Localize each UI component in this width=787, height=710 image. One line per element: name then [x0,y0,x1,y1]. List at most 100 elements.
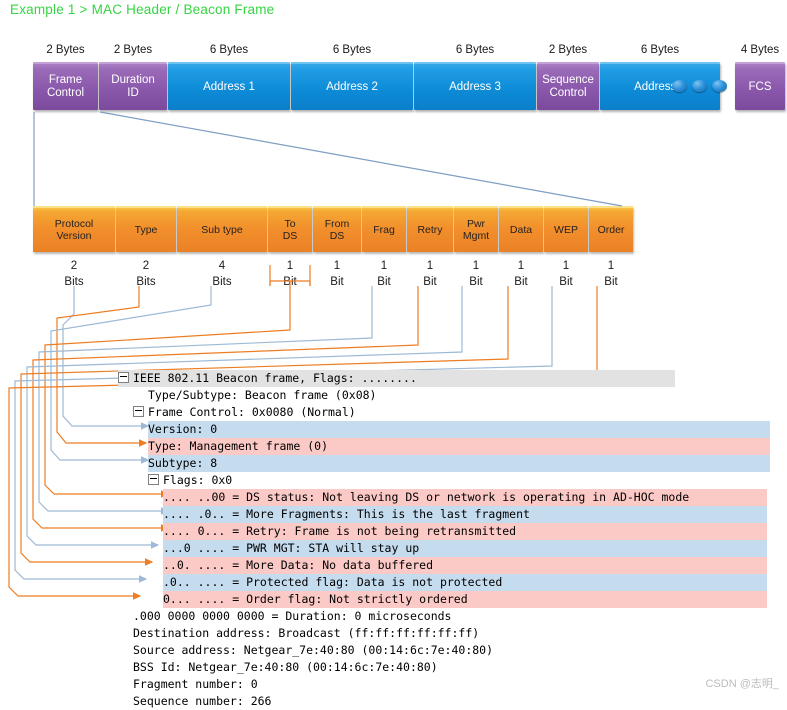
detail-row[interactable]: Source address: Netgear_7e:40:80 (00:14:… [118,642,787,659]
watermark: CSDN @志明_ [705,678,779,690]
mac-field-label: Frame Control [46,74,85,99]
ellipsis-dot-1 [672,80,687,92]
fc-field-label: Pwr Mgmt [462,218,490,242]
fc-field-data: Data [499,206,543,252]
detail-row-text: Frame Control: 0x0080 (Normal) [148,405,356,419]
mac-field-size-label: 6 Bytes [332,44,372,56]
fc-field-pwr-mgmt: Pwr Mgmt [454,206,498,252]
expand-collapse-icon[interactable] [133,406,144,417]
breadcrumb: Example 1 > MAC Header / Beacon Frame [10,2,275,17]
detail-row-text: .... 0... = Retry: Frame is not being re… [163,524,517,538]
mac-field-size-label: 6 Bytes [455,44,495,56]
detail-row[interactable]: ..0. .... = More Data: No data buffered [118,557,787,574]
detail-row[interactable]: .... .0.. = More Fragments: This is the … [118,506,787,523]
detail-row[interactable]: BSS Id: Netgear_7e:40:80 (00:14:6c:7e:40… [118,659,787,676]
detail-row-highlight [148,455,770,472]
mac-field-fcs: FCS [735,62,785,110]
packet-detail-tree[interactable]: IEEE 802.11 Beacon frame, Flags: .......… [118,370,787,710]
fc-field-bit-label: 1 Bit [330,260,344,288]
detail-row-text: .... ..00 = DS status: Not leaving DS or… [163,490,690,504]
fc-field-label: Type [134,224,158,236]
fc-field-label: From DS [324,218,350,242]
fc-field-bit-label: 2 Bits [64,260,84,288]
fc-field-bit-label: 1 Bit [283,260,297,288]
ellipsis-dot-2 [692,80,707,92]
mac-field-size-label: 2 Bytes [548,44,588,56]
detail-row[interactable]: IEEE 802.11 Beacon frame, Flags: .......… [118,370,787,387]
detail-row-text: Flags: 0x0 [163,473,233,487]
mac-field-size-label: 4 Bytes [740,44,780,56]
fc-field-bit-label: 1 Bit [604,260,618,288]
fc-field-label: Retry [417,224,443,236]
detail-row[interactable]: Subtype: 8 [118,455,787,472]
fc-field-frag: Frag [362,206,406,252]
fc-field-bit-label: 1 Bit [514,260,528,288]
fc-field-retry: Retry [407,206,453,252]
fc-field-bit-label: 1 Bit [423,260,437,288]
detail-row[interactable]: .000 0000 0000 0000 = Duration: 0 micros… [118,608,787,625]
expand-collapse-icon[interactable] [118,372,129,383]
detail-row-text: .... .0.. = More Fragments: This is the … [163,507,530,521]
mac-field-address-1: Address 1 [168,62,290,110]
mac-field-size-label: 2 Bytes [113,44,153,56]
detail-row-text: .0.. .... = Protected flag: Data is not … [163,575,503,589]
detail-row[interactable]: Type/Subtype: Beacon frame (0x08) [118,387,787,404]
detail-row[interactable]: 0... .... = Order flag: Not strictly ord… [118,591,787,608]
fc-field-to-ds: To DS [268,206,312,252]
mac-header-diagram: Frame Control Duration ID Address 1 Address 2… [0,62,787,112]
mac-field-label: Address 1 [203,80,255,93]
detail-row[interactable]: .... ..00 = DS status: Not leaving DS or… [118,489,787,506]
fc-field-type: Type [116,206,176,252]
detail-row-text: BSS Id: Netgear_7e:40:80 (00:14:6c:7e:40… [133,660,438,674]
detail-row-text: 0... .... = Order flag: Not strictly ord… [163,592,468,606]
detail-row[interactable]: .... 0... = Retry: Frame is not being re… [118,523,787,540]
expand-collapse-icon[interactable] [148,474,159,485]
detail-row-text: Subtype: 8 [148,456,218,470]
detail-row[interactable]: Version: 0 [118,421,787,438]
fc-field-wep: WEP [544,206,588,252]
detail-row-text: Source address: Netgear_7e:40:80 (00:14:… [133,643,494,657]
fc-field-bit-label: 1 Bit [377,260,391,288]
mac-field-label: Address 2 [326,80,378,93]
detail-row-text: ..0. .... = More Data: No data buffered [163,558,434,572]
mac-field-label: FCS [748,80,772,93]
detail-row-text: Version: 0 [148,422,218,436]
frame-control-diagram: Protocol Version Type Sub type To DS From DS Fra… [0,206,787,254]
fc-field-label: Protocol Version [54,218,94,242]
mac-field-size-label: 6 Bytes [209,44,249,56]
detail-row[interactable]: Type: Management frame (0) [118,438,787,455]
detail-row-text: Type/Subtype: Beacon frame (0x08) [148,388,377,402]
detail-row-text: Fragment number: 0 [133,677,258,691]
detail-row-text: .000 0000 0000 0000 = Duration: 0 micros… [133,609,452,623]
fc-field-bit-label: 2 Bits [136,260,156,288]
fc-field-bit-label: 4 Bits [212,260,232,288]
fc-field-protocol-version: Protocol Version [33,206,115,252]
mac-field-sequence-control: Sequence Control [537,62,599,110]
mac-field-size-label: 2 Bytes [46,44,85,56]
detail-row[interactable]: .0.. .... = Protected flag: Data is not … [118,574,787,591]
detail-row-text: ...0 .... = PWR MGT: STA will stay up [163,541,420,555]
fc-field-label: Frag [373,224,395,236]
fc-field-sub-type: Sub type [177,206,267,252]
detail-row[interactable]: Destination address: Broadcast (ff:ff:ff… [118,625,787,642]
detail-row-text: IEEE 802.11 Beacon frame, Flags: .......… [133,371,417,385]
detail-row[interactable]: Frame Control: 0x0080 (Normal) [118,404,787,421]
mac-field-address-2: Address 2 [291,62,413,110]
fc-field-bit-label: 1 Bit [559,260,573,288]
detail-row-text: Type: Management frame (0) [148,439,329,453]
detail-row-text: Sequence number: 266 [133,694,272,708]
mac-field-frame-control: Frame Control [33,62,98,110]
detail-row-text: Destination address: Broadcast (ff:ff:ff… [133,626,480,640]
detail-row[interactable]: Flags: 0x0 [118,472,787,489]
fc-field-label: Order [597,224,625,236]
ellipsis-dot-3 [712,80,727,92]
detail-row[interactable]: Fragment number: 0 [118,676,787,693]
fc-field-label: To DS [282,218,298,242]
fc-field-label: Data [509,224,533,236]
mac-field-address-3: Address 3 [414,62,536,110]
detail-row[interactable]: ...0 .... = PWR MGT: STA will stay up [118,540,787,557]
detail-row[interactable]: Sequence number: 266 [118,693,787,710]
fc-field-bit-label: 1 Bit [469,260,483,288]
mac-field-label: Sequence Control [542,74,594,99]
mac-field-duration-id: Duration ID [99,62,167,110]
